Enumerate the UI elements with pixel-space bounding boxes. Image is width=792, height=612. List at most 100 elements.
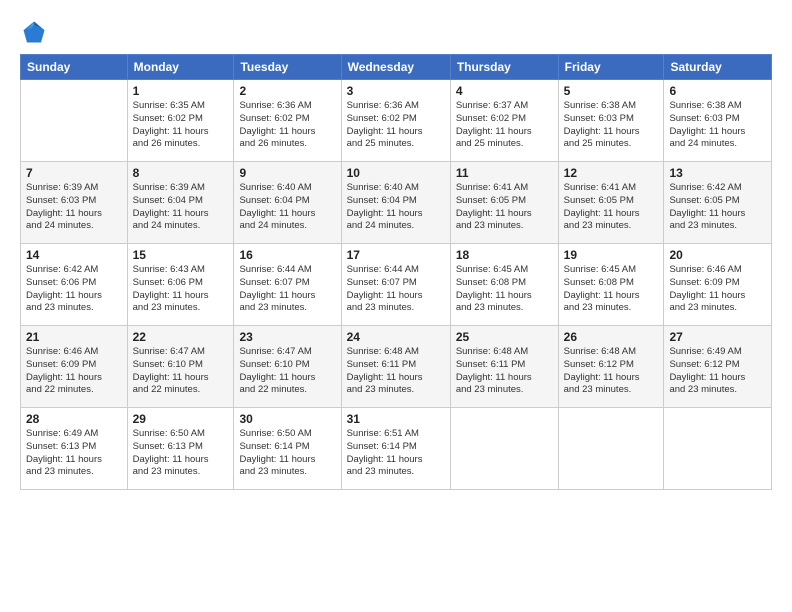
day-number: 27 bbox=[669, 330, 766, 344]
calendar-cell: 29 Sunrise: 6:50 AM Sunset: 6:13 PM Dayli… bbox=[127, 408, 234, 490]
calendar-cell: 12 Sunrise: 6:41 AM Sunset: 6:05 PM Dayli… bbox=[558, 162, 664, 244]
weekday-header: Saturday bbox=[664, 55, 772, 80]
weekday-header: Wednesday bbox=[341, 55, 450, 80]
calendar-cell: 27 Sunrise: 6:49 AM Sunset: 6:12 PM Dayli… bbox=[664, 326, 772, 408]
day-info: Sunrise: 6:42 AM Sunset: 6:06 PM Dayligh… bbox=[26, 264, 122, 315]
day-number: 31 bbox=[347, 412, 445, 426]
calendar-cell: 20 Sunrise: 6:46 AM Sunset: 6:09 PM Dayli… bbox=[664, 244, 772, 326]
calendar-table: SundayMondayTuesdayWednesdayThursdayFrid… bbox=[20, 54, 772, 490]
weekday-header: Tuesday bbox=[234, 55, 341, 80]
day-info: Sunrise: 6:42 AM Sunset: 6:05 PM Dayligh… bbox=[669, 182, 766, 233]
calendar-cell: 1 Sunrise: 6:35 AM Sunset: 6:02 PM Daylig… bbox=[127, 80, 234, 162]
day-number: 3 bbox=[347, 84, 445, 98]
day-number: 18 bbox=[456, 248, 553, 262]
day-number: 13 bbox=[669, 166, 766, 180]
calendar-cell: 23 Sunrise: 6:47 AM Sunset: 6:10 PM Dayli… bbox=[234, 326, 341, 408]
day-info: Sunrise: 6:46 AM Sunset: 6:09 PM Dayligh… bbox=[669, 264, 766, 315]
weekday-header: Monday bbox=[127, 55, 234, 80]
calendar-cell: 7 Sunrise: 6:39 AM Sunset: 6:03 PM Daylig… bbox=[21, 162, 128, 244]
day-info: Sunrise: 6:37 AM Sunset: 6:02 PM Dayligh… bbox=[456, 100, 553, 151]
day-number: 11 bbox=[456, 166, 553, 180]
day-info: Sunrise: 6:45 AM Sunset: 6:08 PM Dayligh… bbox=[456, 264, 553, 315]
calendar-cell: 10 Sunrise: 6:40 AM Sunset: 6:04 PM Dayli… bbox=[341, 162, 450, 244]
calendar-cell: 16 Sunrise: 6:44 AM Sunset: 6:07 PM Dayli… bbox=[234, 244, 341, 326]
calendar-cell: 4 Sunrise: 6:37 AM Sunset: 6:02 PM Daylig… bbox=[450, 80, 558, 162]
calendar-cell: 31 Sunrise: 6:51 AM Sunset: 6:14 PM Dayli… bbox=[341, 408, 450, 490]
day-number: 23 bbox=[239, 330, 335, 344]
day-number: 28 bbox=[26, 412, 122, 426]
day-number: 7 bbox=[26, 166, 122, 180]
day-info: Sunrise: 6:36 AM Sunset: 6:02 PM Dayligh… bbox=[239, 100, 335, 151]
day-number: 17 bbox=[347, 248, 445, 262]
day-info: Sunrise: 6:51 AM Sunset: 6:14 PM Dayligh… bbox=[347, 428, 445, 479]
calendar-cell: 18 Sunrise: 6:45 AM Sunset: 6:08 PM Dayli… bbox=[450, 244, 558, 326]
calendar-cell: 22 Sunrise: 6:47 AM Sunset: 6:10 PM Dayli… bbox=[127, 326, 234, 408]
calendar-cell: 14 Sunrise: 6:42 AM Sunset: 6:06 PM Dayli… bbox=[21, 244, 128, 326]
calendar-cell bbox=[664, 408, 772, 490]
day-info: Sunrise: 6:40 AM Sunset: 6:04 PM Dayligh… bbox=[239, 182, 335, 233]
day-number: 10 bbox=[347, 166, 445, 180]
day-info: Sunrise: 6:50 AM Sunset: 6:14 PM Dayligh… bbox=[239, 428, 335, 479]
day-info: Sunrise: 6:49 AM Sunset: 6:12 PM Dayligh… bbox=[669, 346, 766, 397]
day-info: Sunrise: 6:40 AM Sunset: 6:04 PM Dayligh… bbox=[347, 182, 445, 233]
day-number: 6 bbox=[669, 84, 766, 98]
weekday-header: Thursday bbox=[450, 55, 558, 80]
calendar-cell: 26Sunrise: 6:48 AM Sunset: 6:12 PM Dayli… bbox=[558, 326, 664, 408]
day-number: 12 bbox=[564, 166, 659, 180]
calendar-cell bbox=[450, 408, 558, 490]
day-info: Sunrise: 6:38 AM Sunset: 6:03 PM Dayligh… bbox=[564, 100, 659, 151]
calendar-cell: 2 Sunrise: 6:36 AM Sunset: 6:02 PM Daylig… bbox=[234, 80, 341, 162]
logo bbox=[20, 18, 52, 46]
day-info: Sunrise: 6:41 AM Sunset: 6:05 PM Dayligh… bbox=[456, 182, 553, 233]
calendar-cell: 6 Sunrise: 6:38 AM Sunset: 6:03 PM Daylig… bbox=[664, 80, 772, 162]
day-number: 15 bbox=[133, 248, 229, 262]
day-number: 20 bbox=[669, 248, 766, 262]
day-info: Sunrise: 6:44 AM Sunset: 6:07 PM Dayligh… bbox=[347, 264, 445, 315]
day-number: 9 bbox=[239, 166, 335, 180]
calendar-page: SundayMondayTuesdayWednesdayThursdayFrid… bbox=[0, 0, 792, 612]
day-info: Sunrise: 6:45 AM Sunset: 6:08 PM Dayligh… bbox=[564, 264, 659, 315]
calendar-cell: 28 Sunrise: 6:49 AM Sunset: 6:13 PM Dayli… bbox=[21, 408, 128, 490]
day-number: 30 bbox=[239, 412, 335, 426]
day-info: Sunrise: 6:43 AM Sunset: 6:06 PM Dayligh… bbox=[133, 264, 229, 315]
day-info: Sunrise: 6:44 AM Sunset: 6:07 PM Dayligh… bbox=[239, 264, 335, 315]
day-info: Sunrise: 6:35 AM Sunset: 6:02 PM Dayligh… bbox=[133, 100, 229, 151]
day-number: 1 bbox=[133, 84, 229, 98]
calendar-cell: 5 Sunrise: 6:38 AM Sunset: 6:03 PM Daylig… bbox=[558, 80, 664, 162]
day-number: 24 bbox=[347, 330, 445, 344]
day-number: 21 bbox=[26, 330, 122, 344]
day-info: Sunrise: 6:49 AM Sunset: 6:13 PM Dayligh… bbox=[26, 428, 122, 479]
calendar-cell: 24 Sunrise: 6:48 AM Sunset: 6:11 PM Dayli… bbox=[341, 326, 450, 408]
day-info: Sunrise: 6:47 AM Sunset: 6:10 PM Dayligh… bbox=[133, 346, 229, 397]
calendar-cell: 19 Sunrise: 6:45 AM Sunset: 6:08 PM Dayli… bbox=[558, 244, 664, 326]
day-number: 5 bbox=[564, 84, 659, 98]
day-number: 4 bbox=[456, 84, 553, 98]
day-info: Sunrise: 6:38 AM Sunset: 6:03 PM Dayligh… bbox=[669, 100, 766, 151]
logo-icon bbox=[20, 18, 48, 46]
day-number: 26 bbox=[564, 330, 659, 344]
day-number: 25 bbox=[456, 330, 553, 344]
day-info: Sunrise: 6:41 AM Sunset: 6:05 PM Dayligh… bbox=[564, 182, 659, 233]
day-info: Sunrise: 6:36 AM Sunset: 6:02 PM Dayligh… bbox=[347, 100, 445, 151]
calendar-cell: 3 Sunrise: 6:36 AM Sunset: 6:02 PM Daylig… bbox=[341, 80, 450, 162]
day-info: Sunrise: 6:47 AM Sunset: 6:10 PM Dayligh… bbox=[239, 346, 335, 397]
calendar-cell bbox=[21, 80, 128, 162]
day-number: 2 bbox=[239, 84, 335, 98]
day-number: 14 bbox=[26, 248, 122, 262]
day-info: Sunrise: 6:39 AM Sunset: 6:04 PM Dayligh… bbox=[133, 182, 229, 233]
day-number: 22 bbox=[133, 330, 229, 344]
day-number: 19 bbox=[564, 248, 659, 262]
day-info: Sunrise: 6:46 AM Sunset: 6:09 PM Dayligh… bbox=[26, 346, 122, 397]
calendar-cell: 25 Sunrise: 6:48 AM Sunset: 6:11 PM Dayli… bbox=[450, 326, 558, 408]
day-info: Sunrise: 6:39 AM Sunset: 6:03 PM Dayligh… bbox=[26, 182, 122, 233]
day-info: Sunrise: 6:48 AM Sunset: 6:11 PM Dayligh… bbox=[347, 346, 445, 397]
day-info: Sunrise: 6:50 AM Sunset: 6:13 PM Dayligh… bbox=[133, 428, 229, 479]
calendar-cell: 30 Sunrise: 6:50 AM Sunset: 6:14 PM Dayli… bbox=[234, 408, 341, 490]
weekday-header: Friday bbox=[558, 55, 664, 80]
header bbox=[20, 18, 772, 46]
day-info: Sunrise: 6:48 AM Sunset: 6:11 PM Dayligh… bbox=[456, 346, 553, 397]
calendar-cell: 15 Sunrise: 6:43 AM Sunset: 6:06 PM Dayli… bbox=[127, 244, 234, 326]
day-number: 29 bbox=[133, 412, 229, 426]
calendar-cell: 8Sunrise: 6:39 AM Sunset: 6:04 PM Daylig… bbox=[127, 162, 234, 244]
day-number: 16 bbox=[239, 248, 335, 262]
